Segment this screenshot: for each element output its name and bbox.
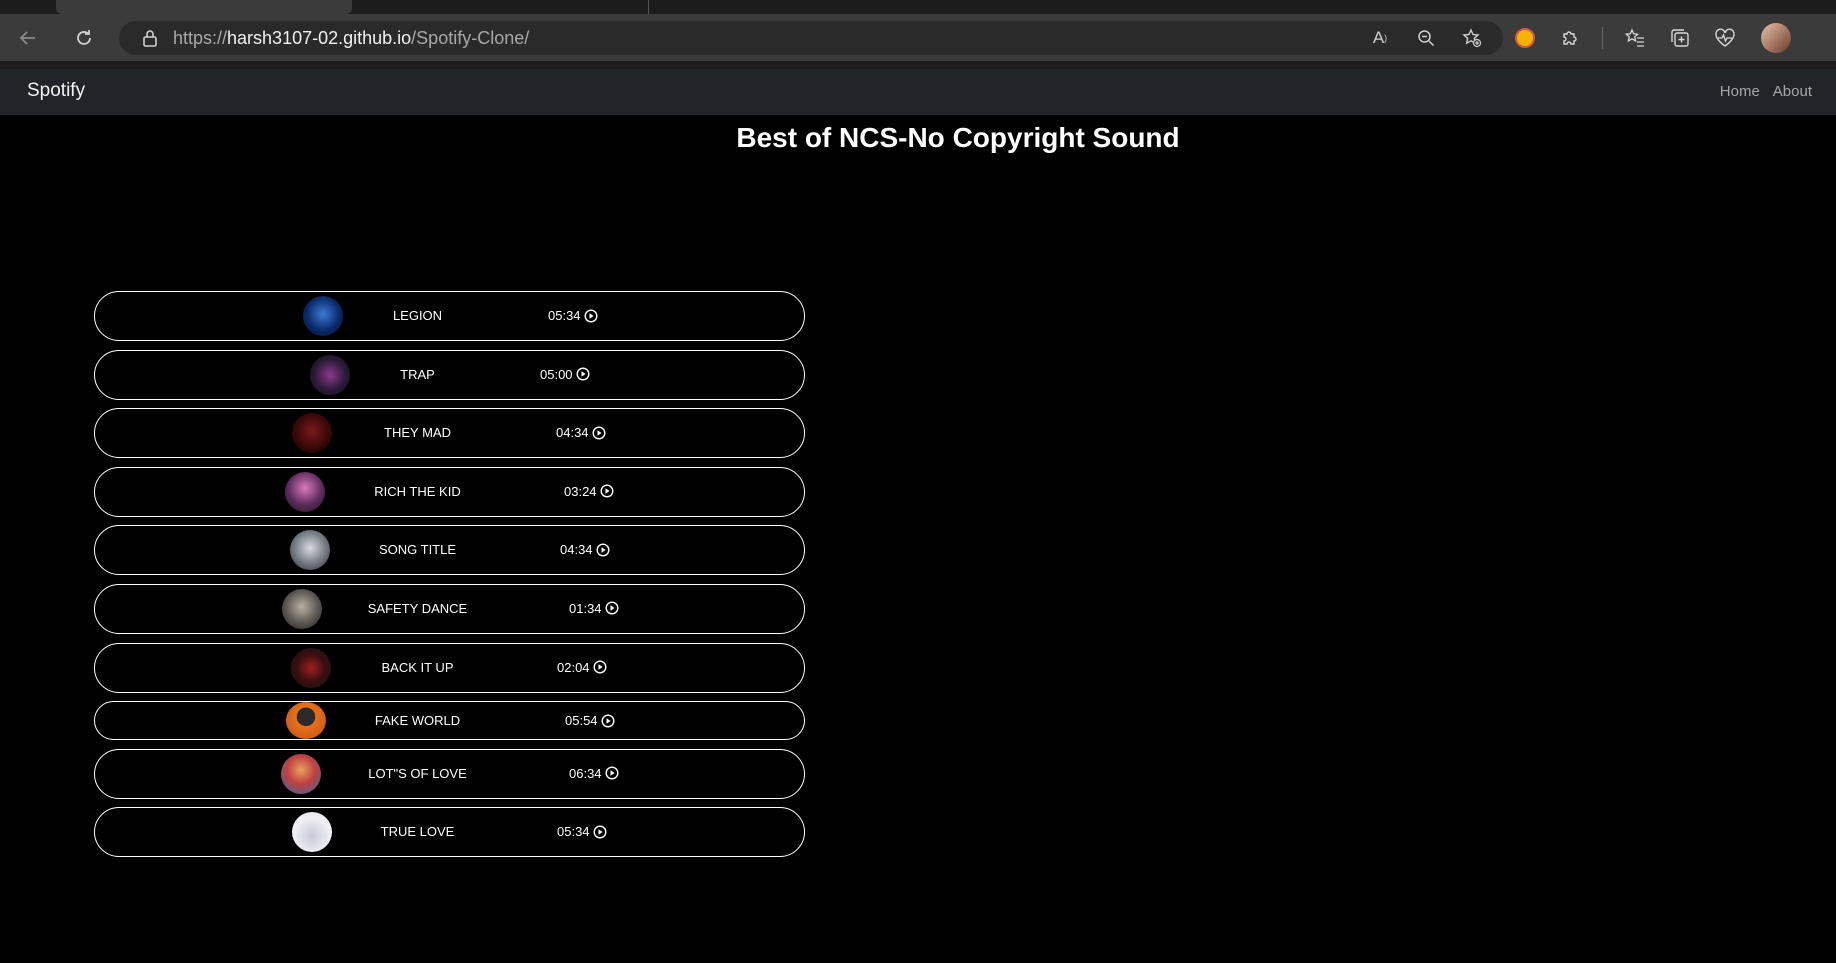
nav-link-home[interactable]: Home: [1720, 83, 1760, 100]
song-item[interactable]: LEGION 05:34: [94, 291, 805, 341]
back-arrow-icon: [19, 31, 35, 45]
song-item[interactable]: BACK IT UP 02:04: [94, 642, 805, 693]
reload-button[interactable]: [68, 22, 100, 54]
song-name: THEY MAD: [384, 425, 451, 441]
play-circle-icon[interactable]: [605, 766, 619, 780]
song-duration: 02:04: [557, 659, 590, 675]
song-list: LEGION 05:34 TRAP 05:00 THEY MAD 04:34 R…: [94, 291, 805, 866]
collections-icon[interactable]: [1667, 25, 1693, 51]
play-circle-icon[interactable]: [593, 825, 607, 839]
back-button[interactable]: [12, 22, 44, 54]
song-timestamp[interactable]: 05:34: [548, 308, 598, 323]
page-title: Best of NCS-No Copyright Sound: [736, 122, 1180, 153]
url-prefix: https://: [173, 27, 228, 48]
play-circle-icon[interactable]: [584, 308, 598, 323]
profile-avatar[interactable]: [1761, 22, 1791, 53]
song-cover-image: [290, 530, 330, 571]
browser-toolbar: https://harsh3107-02.github.io/Spotify-C…: [0, 14, 1836, 61]
song-name: FAKE WORLD: [374, 713, 461, 729]
song-item[interactable]: RICH THE KID 03:24: [94, 466, 805, 517]
play-circle-icon[interactable]: [600, 484, 614, 498]
site-navbar: Spotify Home About: [0, 69, 1836, 115]
toolbar-divider: [1602, 26, 1603, 49]
song-timestamp[interactable]: 06:34: [569, 766, 619, 781]
song-name: LOT"S OF LOVE: [368, 765, 467, 781]
favorites-icon[interactable]: [1622, 25, 1648, 51]
song-cover-image: [292, 413, 332, 454]
song-cover-image: [282, 588, 322, 629]
song-duration: 04:34: [556, 425, 589, 441]
url-host: harsh3107-02.github.io: [227, 27, 412, 48]
zoom-out-icon[interactable]: [1413, 25, 1439, 51]
play-circle-icon[interactable]: [592, 426, 606, 440]
address-bar[interactable]: https://harsh3107-02.github.io/Spotify-C…: [119, 21, 1503, 55]
song-item[interactable]: TRAP 05:00: [94, 349, 805, 400]
song-timestamp[interactable]: 01:34: [569, 601, 619, 616]
read-aloud-icon[interactable]: A): [1367, 25, 1393, 51]
song-cover-image: [303, 296, 343, 336]
song-timestamp[interactable]: 05:00: [540, 367, 590, 382]
song-cover-image: [285, 471, 325, 512]
add-favorite-icon[interactable]: [1459, 25, 1485, 51]
extension-icon[interactable]: [1512, 25, 1538, 51]
nav-link-about[interactable]: About: [1773, 83, 1812, 100]
song-name: RICH THE KID: [374, 483, 461, 499]
song-item[interactable]: SONG TITLE 04:34: [94, 525, 805, 576]
url-path: /Spotify-Clone/: [411, 27, 530, 48]
reload-icon: [77, 30, 91, 45]
browser-tab-active[interactable]: [56, 0, 352, 14]
play-circle-icon[interactable]: [576, 367, 590, 381]
navbar-brand[interactable]: Spotify: [27, 80, 85, 102]
song-cover-image: [292, 812, 332, 853]
song-timestamp[interactable]: 02:04: [557, 660, 607, 675]
play-circle-icon[interactable]: [605, 601, 619, 615]
play-circle-icon[interactable]: [593, 660, 607, 674]
song-timestamp[interactable]: 05:54: [565, 713, 615, 728]
song-name: BACK IT UP: [381, 659, 454, 675]
browser-tab[interactable]: [352, 0, 649, 14]
song-duration: 05:00: [540, 366, 573, 382]
song-name: SONG TITLE: [378, 542, 457, 558]
song-duration: 04:34: [560, 542, 593, 558]
url-text[interactable]: https://harsh3107-02.github.io/Spotify-C…: [173, 28, 529, 49]
song-item[interactable]: THEY MAD 04:34: [94, 408, 805, 459]
song-duration: 03:24: [564, 483, 597, 499]
browser-essentials-icon[interactable]: [1712, 25, 1738, 51]
song-item[interactable]: TRUE LOVE 05:34: [94, 807, 805, 858]
song-cover-image: [281, 753, 321, 794]
extensions-puzzle-icon[interactable]: [1557, 25, 1583, 51]
song-cover-image: [291, 647, 331, 688]
song-timestamp[interactable]: 05:34: [557, 824, 607, 839]
song-item[interactable]: FAKE WORLD 05:54: [94, 701, 805, 741]
play-circle-icon[interactable]: [596, 543, 610, 557]
song-duration: 05:34: [548, 308, 581, 323]
song-duration: 05:34: [557, 824, 590, 840]
song-timestamp[interactable]: 04:34: [556, 425, 606, 440]
lock-icon[interactable]: [141, 29, 159, 47]
song-name: TRAP: [400, 366, 435, 382]
song-item[interactable]: SAFETY DANCE 01:34: [94, 583, 805, 634]
song-duration: 05:54: [565, 713, 598, 729]
song-duration: 01:34: [569, 600, 602, 616]
song-name: TRUE LOVE: [380, 824, 455, 840]
song-item[interactable]: LOT"S OF LOVE 06:34: [94, 748, 805, 799]
browser-divider: [0, 61, 1836, 69]
song-timestamp[interactable]: 03:24: [564, 484, 614, 499]
play-circle-icon[interactable]: [601, 714, 615, 728]
song-name: LEGION: [392, 308, 443, 323]
song-cover-image: [286, 702, 326, 740]
navbar-links: Home About: [1720, 83, 1812, 100]
song-timestamp[interactable]: 04:34: [560, 542, 610, 557]
song-name: SAFETY DANCE: [367, 600, 468, 616]
song-duration: 06:34: [569, 765, 602, 781]
browser-tab-strip: [0, 0, 1836, 14]
